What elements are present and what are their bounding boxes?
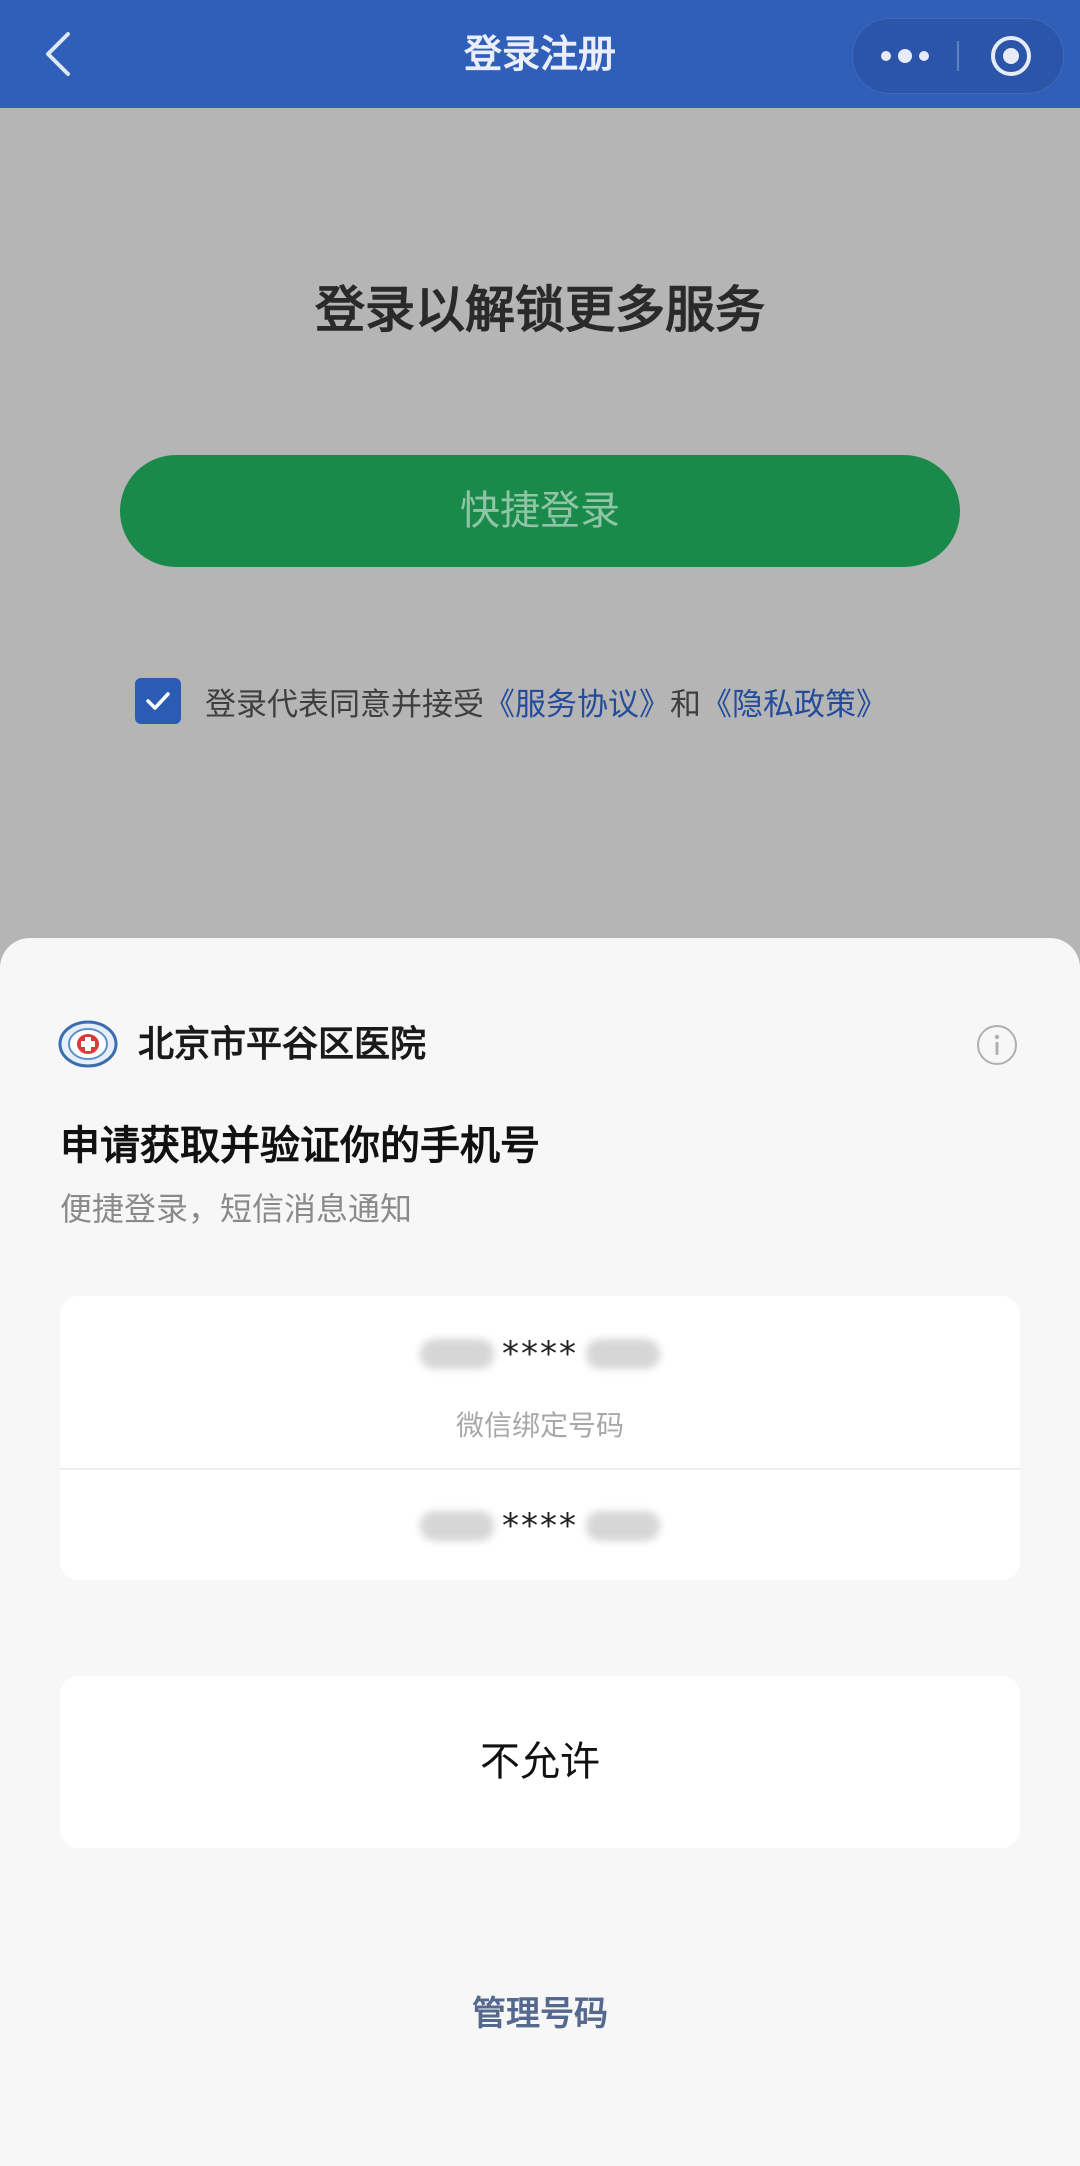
quick-login-button[interactable]: 快捷登录 <box>120 455 960 567</box>
masked-phone-number: **** <box>60 1334 1020 1374</box>
phone-option-label: 微信绑定号码 <box>455 1409 624 1442</box>
agreement-conjunction: 和 <box>670 686 701 723</box>
service-agreement-link[interactable]: 《服务协议》 <box>484 679 670 724</box>
blurred-digits <box>420 1339 494 1369</box>
phone-auth-sheet: 北京市平谷区医院 申请获取并验证你的手机号 便捷登录，短信消息通知 **** 微… <box>0 938 1080 2166</box>
organization-name: 北京市平谷区医院 <box>138 1024 427 1065</box>
blurred-digits <box>586 1511 660 1541</box>
phone-option-bound[interactable]: **** 微信绑定号码 <box>60 1296 1020 1468</box>
close-mini-program-button[interactable] <box>959 19 1063 93</box>
mini-program-capsule <box>852 18 1064 94</box>
phone-option-other[interactable]: **** <box>60 1470 1020 1580</box>
deny-button[interactable]: 不允许 <box>60 1676 1020 1848</box>
target-circle-icon <box>991 36 1031 76</box>
sheet-subtitle: 便捷登录，短信消息通知 <box>60 1190 413 1228</box>
agreement-row: 登录代表同意并接受 《服务协议》 和 《隐私政策》 <box>135 677 887 725</box>
blurred-digits <box>420 1511 494 1541</box>
sheet-title: 申请获取并验证你的手机号 <box>60 1123 540 1169</box>
more-button[interactable] <box>853 19 957 93</box>
checkmark-icon <box>146 692 170 710</box>
login-heading: 登录以解锁更多服务 <box>315 281 765 339</box>
agreement-checkbox[interactable] <box>135 678 181 724</box>
navigation-bar: 登录注册 <box>0 0 1080 108</box>
more-dots-icon <box>881 49 929 63</box>
info-icon[interactable] <box>976 1024 1018 1066</box>
manage-numbers-link[interactable]: 管理号码 <box>0 1986 1080 2035</box>
privacy-policy-link[interactable]: 《隐私政策》 <box>701 679 887 724</box>
masked-phone-number: **** <box>60 1506 1020 1546</box>
agreement-text: 登录代表同意并接受 <box>205 686 484 723</box>
hospital-logo-icon <box>58 1020 118 1068</box>
phone-number-list: **** 微信绑定号码 **** <box>60 1296 1020 1580</box>
blurred-digits <box>586 1339 660 1369</box>
